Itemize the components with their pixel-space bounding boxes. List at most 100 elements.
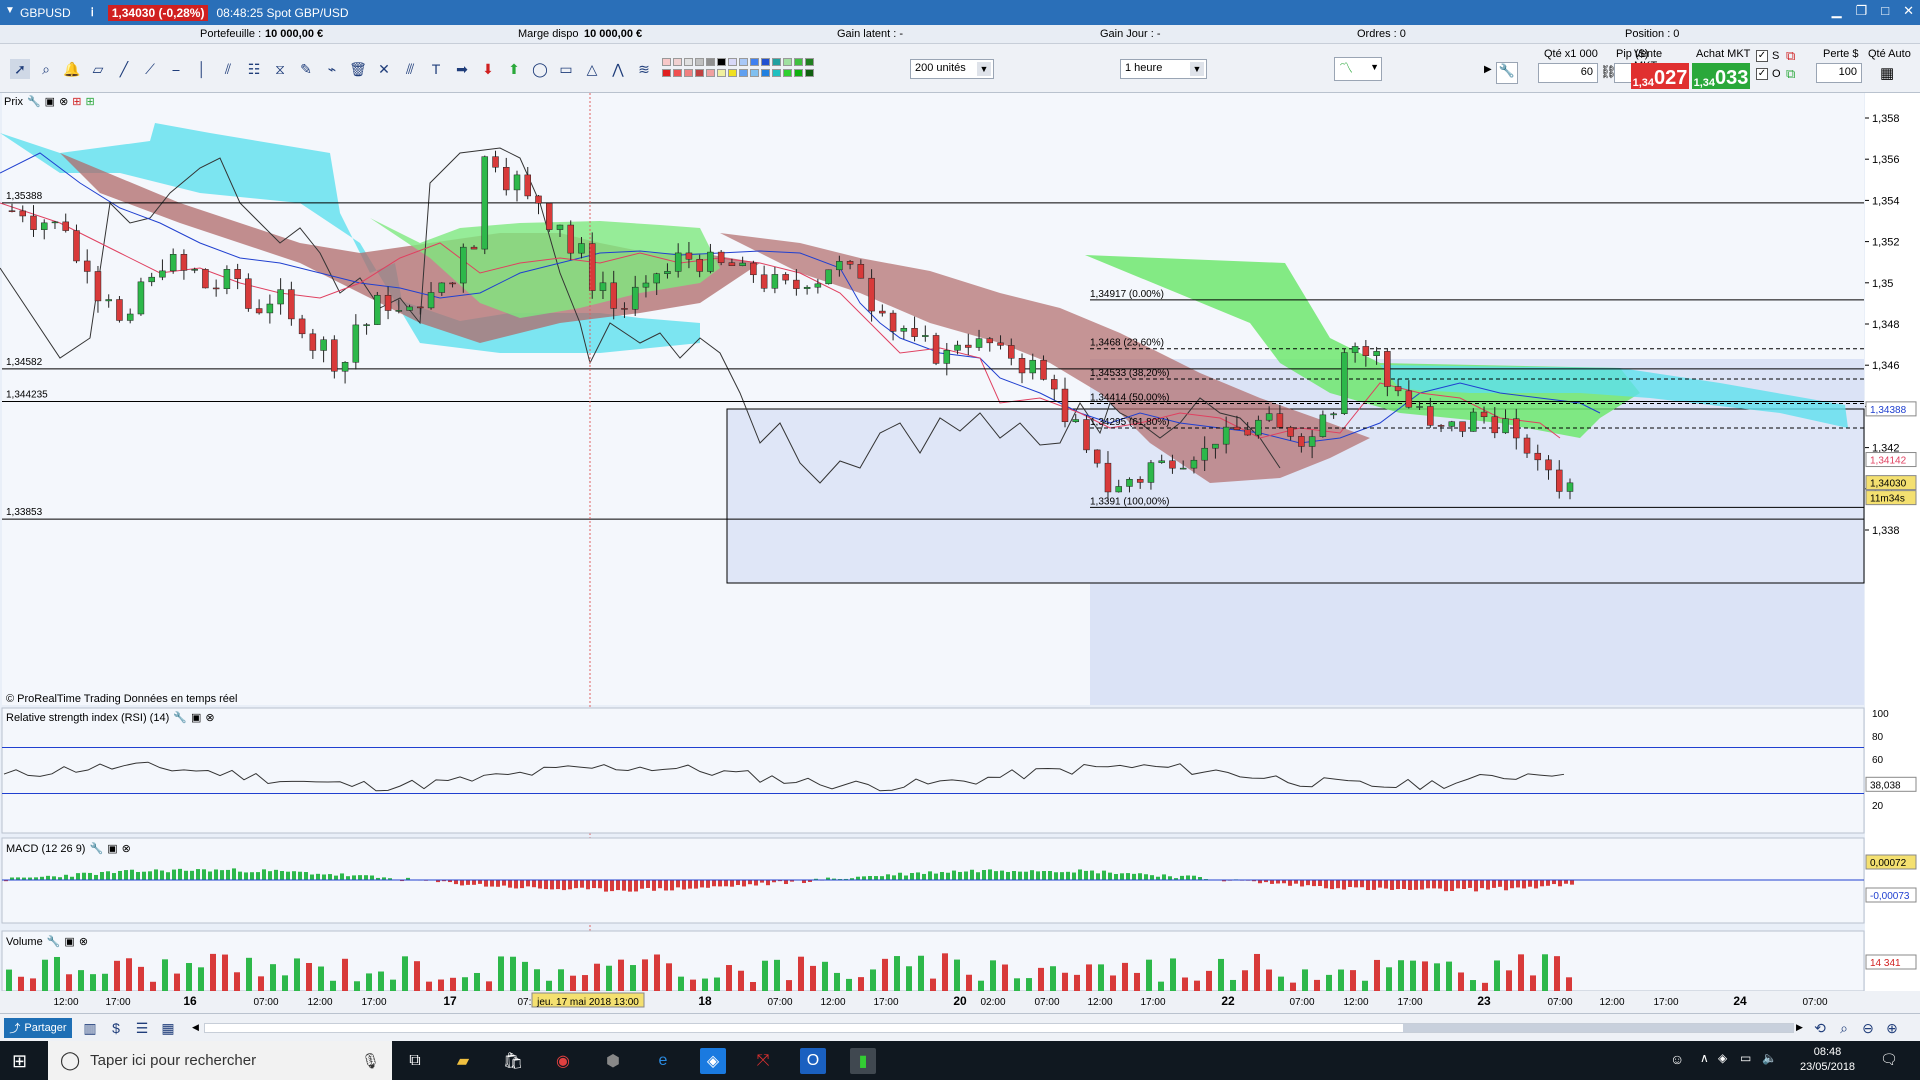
settings-wrench-icon[interactable]: 🔧 xyxy=(1496,62,1518,84)
people-icon[interactable]: ☺ xyxy=(1670,1051,1684,1067)
task-view-icon[interactable]: ⧉ xyxy=(402,1048,428,1074)
arrow-up-icon[interactable]: ⬆ xyxy=(504,59,524,79)
color-palette[interactable] xyxy=(662,58,816,80)
alert-bell-icon[interactable]: 🔔 xyxy=(62,59,82,79)
macd-histogram-bar xyxy=(46,875,50,880)
triangle-icon[interactable]: △ xyxy=(582,59,602,79)
chevron-down-icon[interactable]: ▼ xyxy=(5,5,15,16)
tray-chevron-icon[interactable]: ∧ xyxy=(1700,1051,1709,1065)
zoom-fit-icon[interactable]: ⌕ xyxy=(1834,1018,1854,1038)
brush-icon[interactable]: ⌁ xyxy=(322,59,342,79)
minimize-icon[interactable]: ▁ xyxy=(1832,3,1842,19)
list-icon[interactable]: ☰ xyxy=(132,1018,152,1038)
indicator-icon[interactable]: ▥ xyxy=(80,1018,100,1038)
close-icon[interactable]: ⊗ xyxy=(205,711,214,724)
symbol-label[interactable]: GBPUSD xyxy=(20,6,71,20)
units-dropdown[interactable]: 200 unités ▼ xyxy=(910,59,994,79)
close-icon[interactable]: ⊗ xyxy=(59,95,68,108)
calculator-icon[interactable]: ▦ xyxy=(1880,64,1894,82)
wrench-icon[interactable]: 🔧 xyxy=(173,711,187,724)
wrench-icon[interactable]: 🔧 xyxy=(27,95,41,108)
zigzag-icon[interactable]: ⋀ xyxy=(608,59,628,79)
buy-market-button[interactable]: 1,34 033 xyxy=(1692,63,1750,89)
order-checkbox[interactable]: ✓ xyxy=(1756,68,1768,80)
window-icon[interactable]: ▣ xyxy=(107,842,117,855)
dropbox-tray-icon[interactable]: ◈ xyxy=(1718,1051,1727,1065)
trendline-icon[interactable]: ⟋ xyxy=(140,59,160,79)
window-icon[interactable]: ▣ xyxy=(191,711,201,724)
scroll-right-icon[interactable]: ▶ xyxy=(1796,1022,1803,1033)
sell-market-button[interactable]: 1,34 027 xyxy=(1631,63,1689,89)
ellipse-icon[interactable]: ◯ xyxy=(530,59,550,79)
microphone-icon[interactable]: 🎙 xyxy=(361,1052,380,1070)
chart-area[interactable]: 1,35388 1,34582 1,344235 1,33853 1,34917 (0… xyxy=(0,93,1920,1013)
taskbar-search[interactable]: ◯ Taper ici pour rechercher 🎙 xyxy=(48,1041,392,1080)
grid-icon[interactable]: ▦ xyxy=(158,1018,178,1038)
zoom-out-icon[interactable]: ⊖ xyxy=(1858,1018,1878,1038)
file-explorer-icon[interactable]: ▰ xyxy=(450,1048,476,1074)
scroll-left-icon[interactable]: ◀ xyxy=(192,1022,199,1033)
maximize-icon[interactable]: □ xyxy=(1881,3,1889,19)
info-icon[interactable]: ⅰ xyxy=(91,6,94,19)
scrollbar-thumb[interactable] xyxy=(1403,1024,1793,1032)
restore-icon[interactable]: ❐ xyxy=(1856,3,1868,19)
pencil-icon[interactable]: ✎ xyxy=(296,59,316,79)
perte-input[interactable]: 100 xyxy=(1816,63,1862,83)
close-icon[interactable]: ✕ xyxy=(1903,3,1914,19)
chart-svg[interactable]: 1,35388 1,34582 1,344235 1,33853 1,34917 (0… xyxy=(0,93,1920,1013)
order-config-icon[interactable]: ⧉ xyxy=(1786,66,1795,82)
trading-app-icon[interactable]: ⤧ xyxy=(750,1048,776,1074)
volume-icon[interactable]: 🔈 xyxy=(1762,1051,1777,1065)
collapse-arrow-icon[interactable]: ▶ xyxy=(1484,64,1492,75)
arrow-right-icon[interactable]: ➡ xyxy=(452,59,472,79)
qty-input[interactable]: 60 xyxy=(1538,63,1598,83)
wrench-icon[interactable]: 🔧 xyxy=(89,842,103,855)
chrome-icon[interactable]: ◉ xyxy=(550,1048,576,1074)
network-icon[interactable]: ▭ xyxy=(1740,1051,1751,1065)
pattern-icon[interactable]: ≋ xyxy=(634,59,654,79)
parallel-icon[interactable]: ⫻ xyxy=(400,59,420,79)
timeframe-dropdown[interactable]: 1 heure ▼ xyxy=(1120,59,1207,79)
prorealtime-icon[interactable]: ▮ xyxy=(850,1048,876,1074)
dropbox-icon[interactable]: ◈ xyxy=(700,1048,726,1074)
trash-icon[interactable]: 🗑 xyxy=(348,59,368,79)
wrench-icon[interactable]: 🔧 xyxy=(47,935,61,948)
close-icon[interactable]: ⊗ xyxy=(79,935,88,948)
ruler-icon[interactable]: ▱ xyxy=(88,59,108,79)
stop-config-icon[interactable]: ⧉ xyxy=(1786,48,1795,64)
fan-icon[interactable]: ⧖ xyxy=(270,59,290,79)
notification-icon[interactable]: 🗨 xyxy=(1880,1051,1898,1068)
horizontal-scrollbar[interactable] xyxy=(204,1023,1794,1033)
horizontal-line-icon[interactable]: ⎯ xyxy=(166,59,186,79)
plus-icon[interactable]: ⊞ xyxy=(72,95,81,108)
ordres[interactable]: Ordres : 0 xyxy=(1357,28,1406,40)
position[interactable]: Position : 0 xyxy=(1625,28,1679,40)
vertical-line-icon[interactable]: │ xyxy=(192,59,212,79)
clock[interactable]: 08:48 23/05/2018 xyxy=(1800,1045,1855,1075)
arrow-down-icon[interactable]: ⬇ xyxy=(478,59,498,79)
zoom-in-icon[interactable]: ⊕ xyxy=(1882,1018,1902,1038)
channel-icon[interactable]: ⫽ xyxy=(218,59,238,79)
store-icon[interactable]: 🛍 xyxy=(500,1048,526,1074)
cross-line-icon[interactable]: ✕ xyxy=(374,59,394,79)
line-icon[interactable]: ╱ xyxy=(114,59,134,79)
sync-icon[interactable]: ⟲ xyxy=(1810,1018,1830,1038)
outlook-icon[interactable]: O xyxy=(800,1048,826,1074)
stop-checkbox[interactable]: ✓ xyxy=(1756,50,1768,62)
rectangle-icon[interactable]: ▭ xyxy=(556,59,576,79)
pointer-icon[interactable]: ➚ xyxy=(10,59,30,79)
add-indicator-icon[interactable]: ⊞ xyxy=(86,95,95,108)
chart-type-button[interactable]: 〽 ▼ xyxy=(1334,57,1382,81)
text-tool-icon[interactable]: T xyxy=(426,59,446,79)
dollar-icon[interactable]: $ xyxy=(106,1018,126,1038)
rsi-pane[interactable] xyxy=(1,707,1865,834)
zoom-icon[interactable]: ⌕ xyxy=(36,59,56,79)
close-icon[interactable]: ⊗ xyxy=(122,842,131,855)
share-button[interactable]: ⤴ Partager xyxy=(4,1018,72,1038)
app-icon[interactable]: ⬢ xyxy=(600,1048,626,1074)
window-icon[interactable]: ▣ xyxy=(64,935,74,948)
window-icon[interactable]: ▣ xyxy=(45,95,55,108)
fibonacci-icon[interactable]: ☷ xyxy=(244,59,264,79)
edge-icon[interactable]: e xyxy=(650,1048,676,1074)
windows-start-icon[interactable]: ⊞ xyxy=(12,1051,27,1072)
